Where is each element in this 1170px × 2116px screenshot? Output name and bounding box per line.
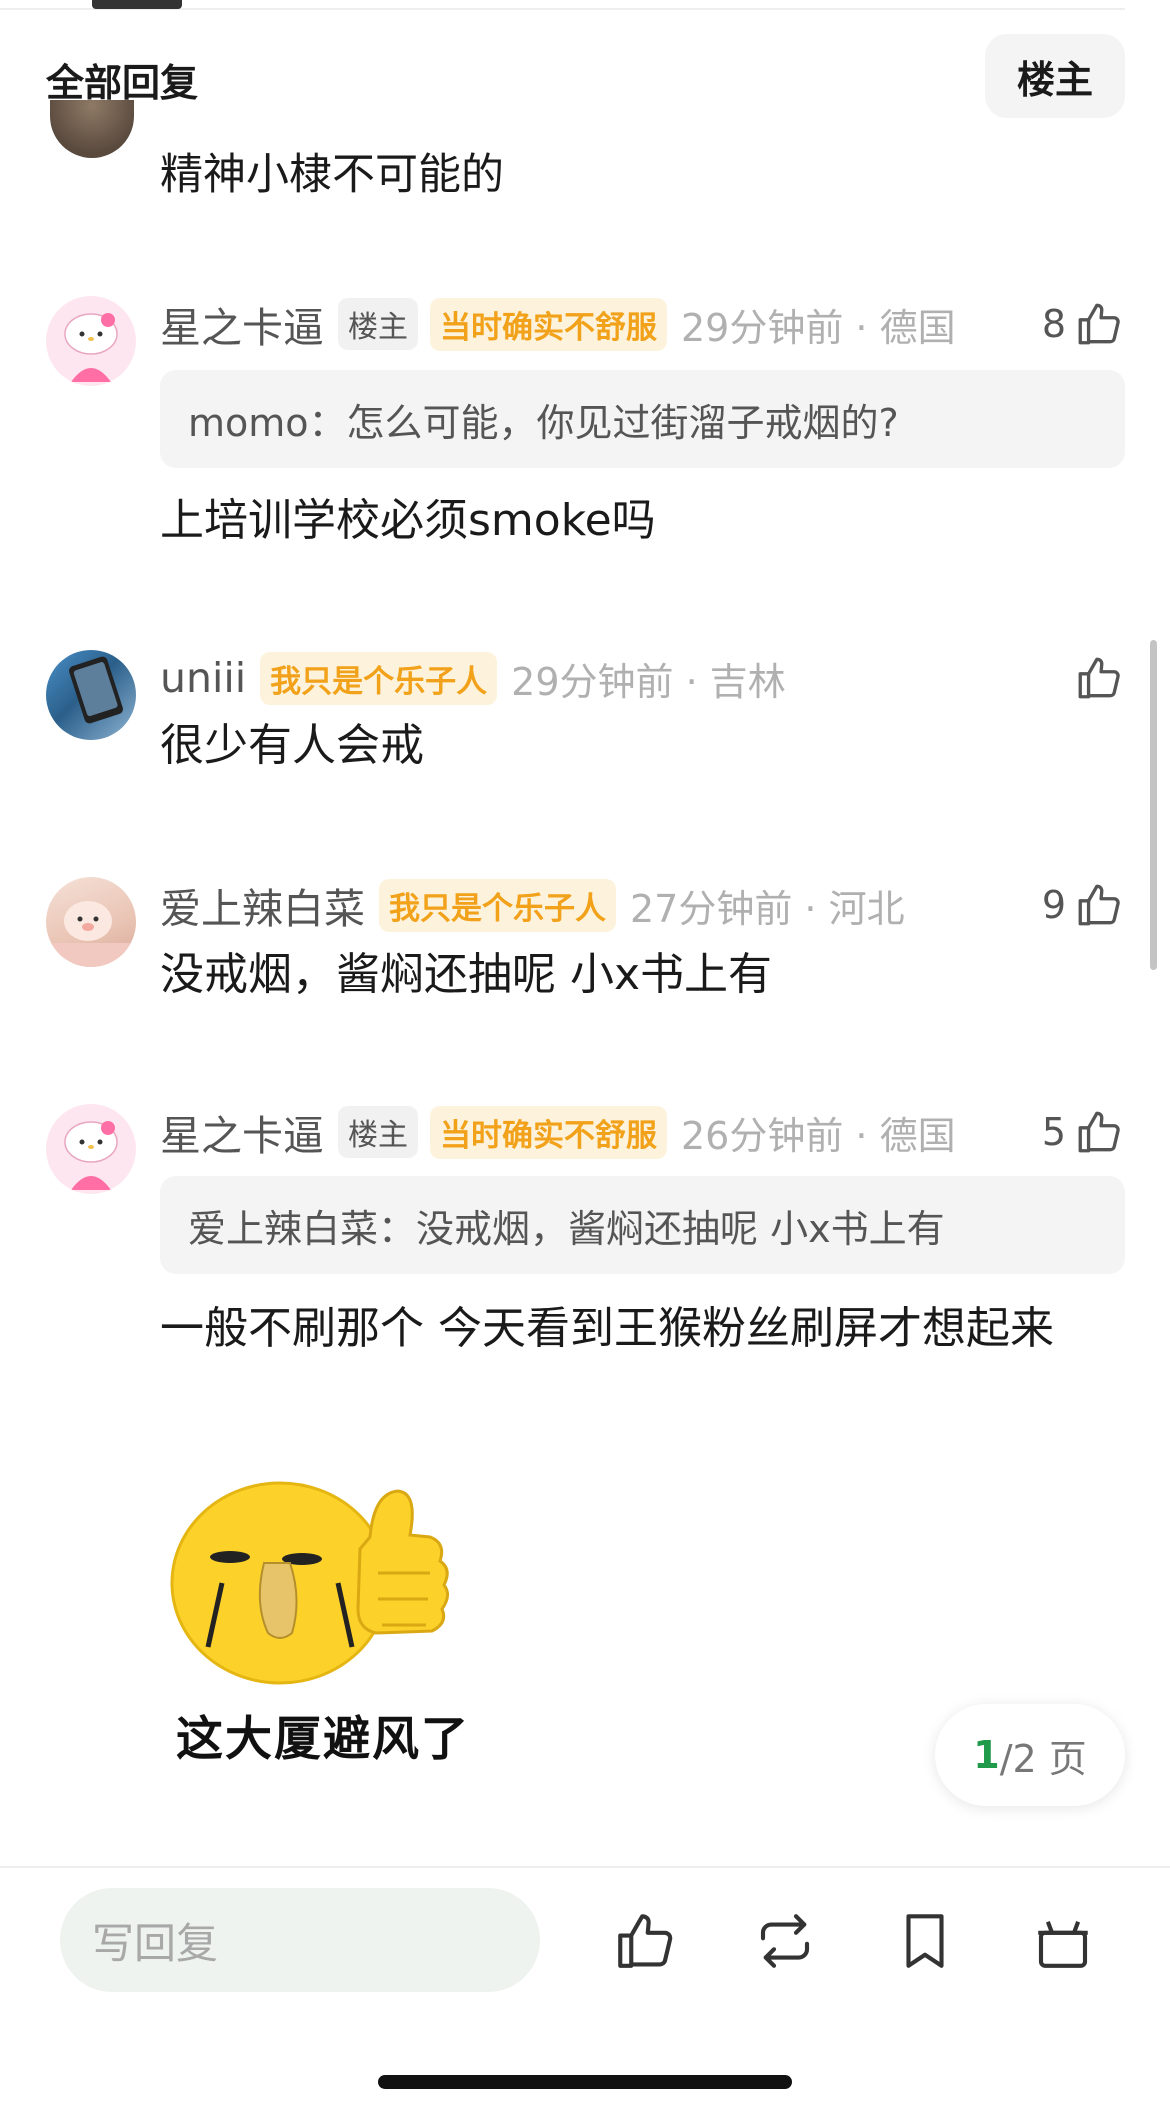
avatar[interactable] (46, 296, 136, 386)
op-only-filter-button[interactable]: 楼主 (985, 34, 1125, 118)
comment-meta: uniii 我只是个乐子人 29分钟前 · 吉林 (160, 648, 786, 708)
comment-text: 上培训学校必须smoke吗 (160, 495, 656, 546)
like-button[interactable]: 9 (1042, 875, 1124, 935)
like-count: 8 (1041, 302, 1066, 346)
thumbs-up-icon (1078, 657, 1120, 699)
avatar[interactable] (46, 1104, 136, 1194)
comment-text: 很少有人会戒 (160, 720, 424, 771)
thumbs-up-icon[interactable] (612, 1908, 678, 1974)
active-tab-indicator (92, 0, 182, 9)
user-flair: 我只是个乐子人 (260, 651, 498, 705)
replies-header: 全部回复 楼主 (0, 28, 1170, 124)
sticker-image[interactable]: 这大厦避风了 (160, 1453, 482, 1767)
avatar[interactable] (50, 100, 134, 158)
like-button[interactable]: 5 (1042, 1102, 1124, 1162)
like-button[interactable] (1074, 648, 1124, 708)
username[interactable]: 星之卡逼 (160, 294, 324, 354)
comment-text: 一般不刷那个 今天看到王猴粉丝刷屏才想起来 (160, 1303, 1054, 1354)
all-replies-title: 全部回复 (46, 61, 199, 105)
gift-icon[interactable] (1030, 1908, 1096, 1974)
repost-icon[interactable] (752, 1908, 818, 1974)
thumbs-up-icon (1078, 1111, 1120, 1153)
time-location: 29分钟前 · 吉林 (511, 659, 786, 704)
username[interactable]: uniii (160, 654, 246, 702)
like-count: 5 (1041, 1110, 1066, 1154)
thumbs-up-icon (1078, 303, 1120, 345)
username[interactable]: 星之卡逼 (160, 1102, 324, 1162)
reply-input[interactable]: 写回复 (60, 1888, 540, 1992)
comment-meta: 星之卡逼 楼主 当时确实不舒服 26分钟前 · 德国 (160, 1102, 956, 1162)
avatar[interactable] (46, 877, 136, 967)
user-flair: 当时确实不舒服 (430, 297, 667, 351)
like-count: 9 (1041, 883, 1066, 927)
avatar[interactable] (46, 650, 136, 740)
time-location: 26分钟前 · 德国 (681, 1113, 956, 1158)
current-page: 1 (973, 1733, 1000, 1777)
time-location: 29分钟前 · 德国 (681, 305, 956, 350)
like-button[interactable]: 8 (1042, 294, 1124, 354)
sticker-caption: 这大厦避风了 (176, 1712, 470, 1767)
op-badge: 楼主 (338, 1106, 418, 1158)
home-indicator[interactable] (378, 2075, 792, 2089)
comment-meta: 星之卡逼 楼主 当时确实不舒服 29分钟前 · 德国 (160, 294, 956, 354)
comment-meta: 爱上辣白菜 我只是个乐子人 27分钟前 · 河北 (160, 875, 905, 935)
op-badge: 楼主 (338, 298, 418, 350)
thumbs-up-icon (1078, 884, 1120, 926)
bookmark-icon[interactable] (892, 1908, 958, 1974)
comment-text: 精神小棣不可能的 (160, 150, 504, 200)
time-location: 27分钟前 · 河北 (630, 886, 905, 931)
user-flair: 当时确实不舒服 (430, 1105, 667, 1159)
total-pages: /2 页 (999, 1736, 1087, 1781)
username[interactable]: 爱上辣白菜 (160, 875, 365, 935)
thumbs-up-face-sticker (170, 1481, 449, 1685)
scrollbar[interactable] (1150, 640, 1157, 970)
quoted-reply[interactable]: 爱上辣白菜：没戒烟，酱焖还抽呢 小x书上有 (160, 1176, 1125, 1274)
page-indicator-button[interactable]: 1 /2 页 (935, 1704, 1125, 1806)
comment-text: 没戒烟，酱焖还抽呢 小x书上有 (160, 949, 773, 1000)
user-flair: 我只是个乐子人 (379, 878, 616, 932)
quoted-reply[interactable]: momo：怎么可能，你见过街溜子戒烟的? (160, 370, 1125, 468)
